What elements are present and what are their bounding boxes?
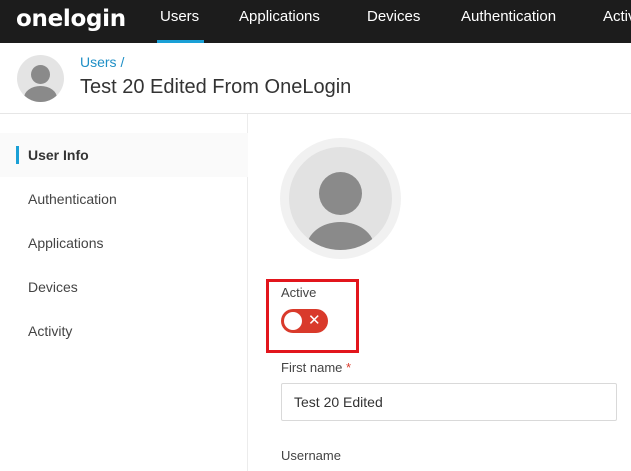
profile-avatar-icon[interactable] xyxy=(280,138,401,259)
top-nav: onelogin Users Applications Devices Auth… xyxy=(0,0,631,43)
sidebar-item-activity[interactable]: Activity xyxy=(0,309,248,353)
page-title: Test 20 Edited From OneLogin xyxy=(80,76,352,98)
sidebar: User Info Authentication Applications De… xyxy=(0,114,248,471)
onelogin-logo[interactable]: onelogin xyxy=(16,6,126,32)
nav-authentication[interactable]: Authentication xyxy=(461,0,556,43)
sidebar-item-applications[interactable]: Applications xyxy=(0,221,248,265)
nav-activity[interactable]: Activity xyxy=(603,0,631,43)
required-mark: * xyxy=(346,360,352,375)
sidebar-item-authentication[interactable]: Authentication xyxy=(0,177,248,221)
nav-applications[interactable]: Applications xyxy=(239,0,320,43)
page-header: Users / Test 20 Edited From OneLogin xyxy=(0,43,631,114)
nav-devices[interactable]: Devices xyxy=(367,0,420,43)
sidebar-item-user-info[interactable]: User Info xyxy=(0,133,248,177)
toggle-knob xyxy=(284,312,302,330)
breadcrumb-users[interactable]: Users / xyxy=(80,54,124,70)
username-label: Username xyxy=(281,448,341,463)
active-label: Active xyxy=(281,285,317,300)
active-toggle[interactable]: ✕ xyxy=(281,309,328,333)
nav-users[interactable]: Users xyxy=(156,0,205,43)
first-name-input[interactable] xyxy=(281,383,617,421)
first-name-label: First name * xyxy=(281,360,352,375)
user-avatar-icon xyxy=(17,55,64,102)
sidebar-item-devices[interactable]: Devices xyxy=(0,265,248,309)
close-icon: ✕ xyxy=(308,312,321,329)
